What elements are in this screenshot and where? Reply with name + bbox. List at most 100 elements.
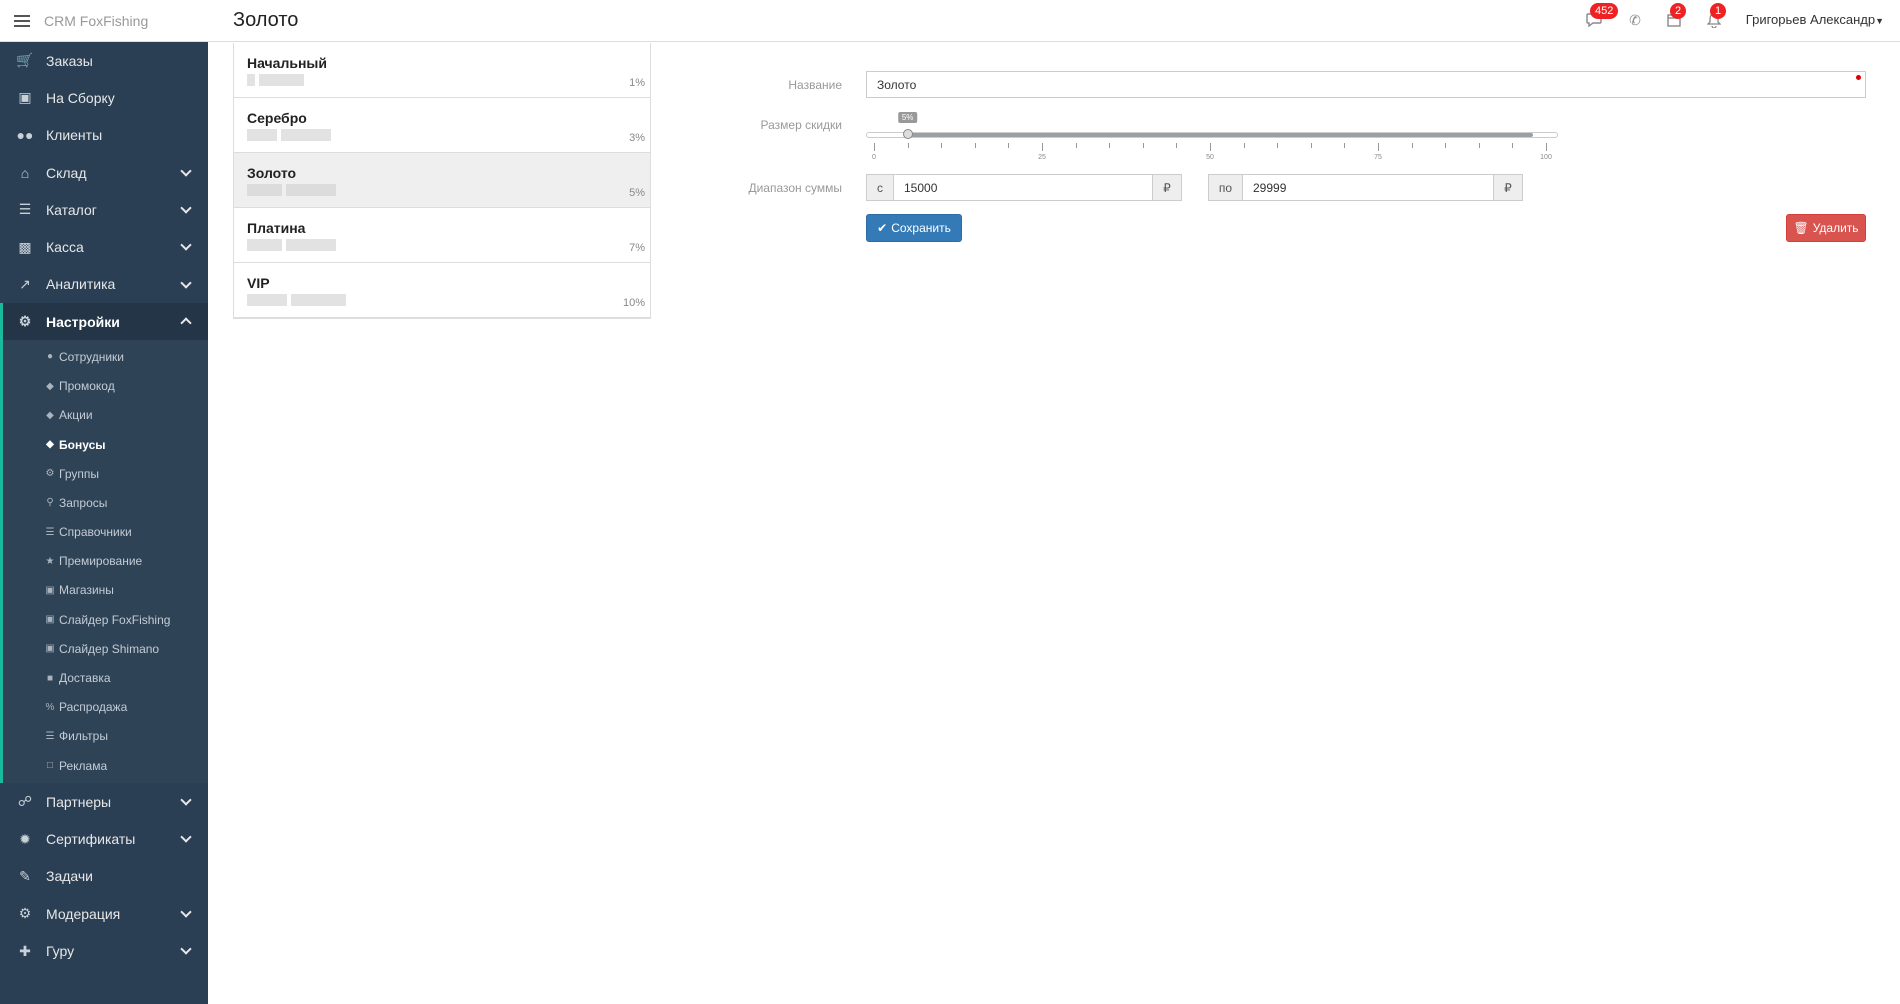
- certificate-icon: ✹: [19, 830, 31, 847]
- home-icon: ⌂: [20, 164, 30, 181]
- submenu-item-label: Справочники: [59, 525, 132, 540]
- submenu-item-promocode[interactable]: ◆ Промокод: [3, 372, 208, 401]
- submenu-item-label: Премирование: [59, 554, 143, 569]
- slider-tick: [974, 143, 976, 148]
- brand-name: CRM FoxFishing: [44, 12, 149, 29]
- menu-toggle-icon[interactable]: [14, 12, 30, 30]
- required-indicator: [1856, 75, 1861, 80]
- list-item[interactable]: Начальный 1%: [234, 43, 650, 98]
- list-icon: ☰: [45, 526, 55, 538]
- sidebar-item-guru[interactable]: ✚ Гуру: [0, 932, 208, 969]
- submenu-item-label: Сотрудники: [59, 349, 124, 364]
- chevron-down-icon: [180, 239, 192, 252]
- submenu-item-sale[interactable]: % Распродажа: [3, 693, 208, 722]
- sidebar-item-certificates[interactable]: ✹ Сертификаты: [0, 820, 208, 857]
- to-amount-value: 29999: [1253, 181, 1287, 195]
- handshake-icon: ☍: [17, 793, 33, 810]
- cart-icon: ▣: [45, 584, 55, 596]
- sidebar-item-catalog[interactable]: ☰ Каталог: [0, 191, 208, 228]
- from-amount-input[interactable]: 15000: [893, 174, 1153, 201]
- level-percent: 10%: [622, 297, 645, 309]
- user-menu[interactable]: Григорьев Александр▼: [1746, 12, 1884, 27]
- sidebar-item-analytics[interactable]: ↗ Аналитика: [0, 266, 208, 303]
- slider-tick: [1344, 143, 1346, 148]
- level-name: VIP: [247, 275, 270, 291]
- sidebar-item-warehouse[interactable]: ⌂ Склад: [0, 154, 208, 191]
- submenu-item-ads[interactable]: □ Реклама: [3, 751, 208, 780]
- phone-icon[interactable]: ✆: [1627, 12, 1643, 28]
- slider-tick: [1445, 143, 1447, 148]
- slider-tick: [1546, 143, 1547, 151]
- percent-icon: %: [45, 701, 55, 713]
- slider-tick: [1310, 143, 1312, 148]
- delete-button[interactable]: 🗑 Удалить: [1786, 214, 1866, 242]
- submenu-item-shops[interactable]: ▣ Магазины: [3, 576, 208, 605]
- submenu-item-requests[interactable]: ⚲ Запросы: [3, 488, 208, 517]
- submenu-item-rewards[interactable]: ★ Премирование: [3, 547, 208, 576]
- sidebar-item-moderation[interactable]: ⚙ Модерация: [0, 895, 208, 932]
- bonus-levels-list: Начальный 1% Серебро 3% Золото 5% Платин…: [233, 43, 651, 319]
- slider-tick-label: 100: [1540, 154, 1552, 161]
- top-header: Золото 452 ✆ 2 1 Григорьев Александр▼: [208, 0, 1900, 42]
- slider-tick: [907, 143, 909, 148]
- name-input-value: Золото: [877, 78, 917, 92]
- slider-tick: [1378, 143, 1379, 151]
- sidebar-item-tasks[interactable]: ✎ Задачи: [0, 858, 208, 895]
- submenu-item-promotions[interactable]: ◆ Акции: [3, 401, 208, 430]
- slider-handle[interactable]: [902, 129, 913, 139]
- notifications-badge: 1: [1710, 3, 1727, 19]
- submenu-item-delivery[interactable]: ■ Доставка: [3, 663, 208, 692]
- submenu-item-references[interactable]: ☰ Справочники: [3, 518, 208, 547]
- submenu-item-label: Магазины: [59, 583, 114, 598]
- submenu-item-slider-shimano[interactable]: ▣ Слайдер Shimano: [3, 634, 208, 663]
- slider-tick: [1176, 143, 1178, 148]
- save-button[interactable]: ✔ Сохранить: [866, 214, 962, 242]
- submenu-item-employees[interactable]: ● Сотрудники: [3, 342, 208, 371]
- list-item[interactable]: Золото 5%: [234, 153, 650, 208]
- chevron-down-icon: [180, 202, 192, 214]
- cogs-icon: ⚙: [18, 313, 32, 330]
- sidebar-item-cash[interactable]: ▩ Касса: [0, 228, 208, 265]
- submenu-item-slider-foxfishing[interactable]: ▣ Слайдер FoxFishing: [3, 605, 208, 634]
- submenu-item-label: Акции: [59, 408, 93, 423]
- sidebar-item-settings[interactable]: ⚙ Настройки: [0, 303, 208, 341]
- archive-icon: ▣: [18, 89, 32, 106]
- level-name: Золото: [247, 165, 297, 181]
- submenu-item-label: Промокод: [59, 379, 115, 394]
- list-item[interactable]: VIP 10%: [234, 263, 650, 318]
- submenu-item-groups[interactable]: ⚙ Группы: [3, 459, 208, 488]
- tasks-icon: ✎: [19, 867, 31, 884]
- sidebar-item-orders[interactable]: 🛒 Заказы: [0, 42, 208, 79]
- tags-icon: ◆: [46, 409, 54, 421]
- submenu-item-filters[interactable]: ☰ Фильтры: [3, 722, 208, 751]
- submenu-item-bonuses[interactable]: ◆ Бонусы: [3, 430, 208, 459]
- list-item[interactable]: Платина 7%: [234, 208, 650, 263]
- sidebar-item-label: Клиенты: [46, 127, 103, 144]
- walking-icon: ✚: [19, 942, 31, 959]
- sidebar-item-clients[interactable]: ●● Клиенты: [0, 117, 208, 154]
- range-label: Диапазон суммы: [748, 181, 842, 195]
- sidebar-item-partners[interactable]: ☍ Партнеры: [0, 783, 208, 820]
- to-amount-input[interactable]: 29999: [1242, 174, 1494, 201]
- blurred-details: [247, 129, 637, 143]
- messages-badge: 452: [1590, 3, 1619, 19]
- discount-slider[interactable]: 5% 0 25 50 75 100: [866, 110, 1558, 170]
- save-button-label: Сохранить: [891, 221, 951, 235]
- messages-icon[interactable]: 452: [1586, 3, 1619, 28]
- level-name: Серебро: [247, 110, 307, 126]
- calendar-icon[interactable]: 2: [1666, 3, 1687, 28]
- blurred-details: [247, 184, 637, 198]
- slider-tick: [1411, 143, 1413, 148]
- to-prefix: по: [1208, 174, 1243, 201]
- level-percent: 3%: [629, 132, 645, 144]
- name-input[interactable]: Золото: [866, 71, 1866, 98]
- level-percent: 5%: [629, 187, 645, 199]
- level-percent: 1%: [629, 77, 645, 89]
- sidebar-item-assembly[interactable]: ▣ На Сборку: [0, 79, 208, 116]
- bell-icon[interactable]: 1: [1706, 3, 1727, 28]
- from-amount-value: 15000: [904, 181, 938, 195]
- tags-icon: ◆: [46, 439, 54, 451]
- submenu-item-label: Реклама: [59, 758, 108, 773]
- list-item[interactable]: Серебро 3%: [234, 98, 650, 153]
- users-icon: ●●: [16, 127, 34, 144]
